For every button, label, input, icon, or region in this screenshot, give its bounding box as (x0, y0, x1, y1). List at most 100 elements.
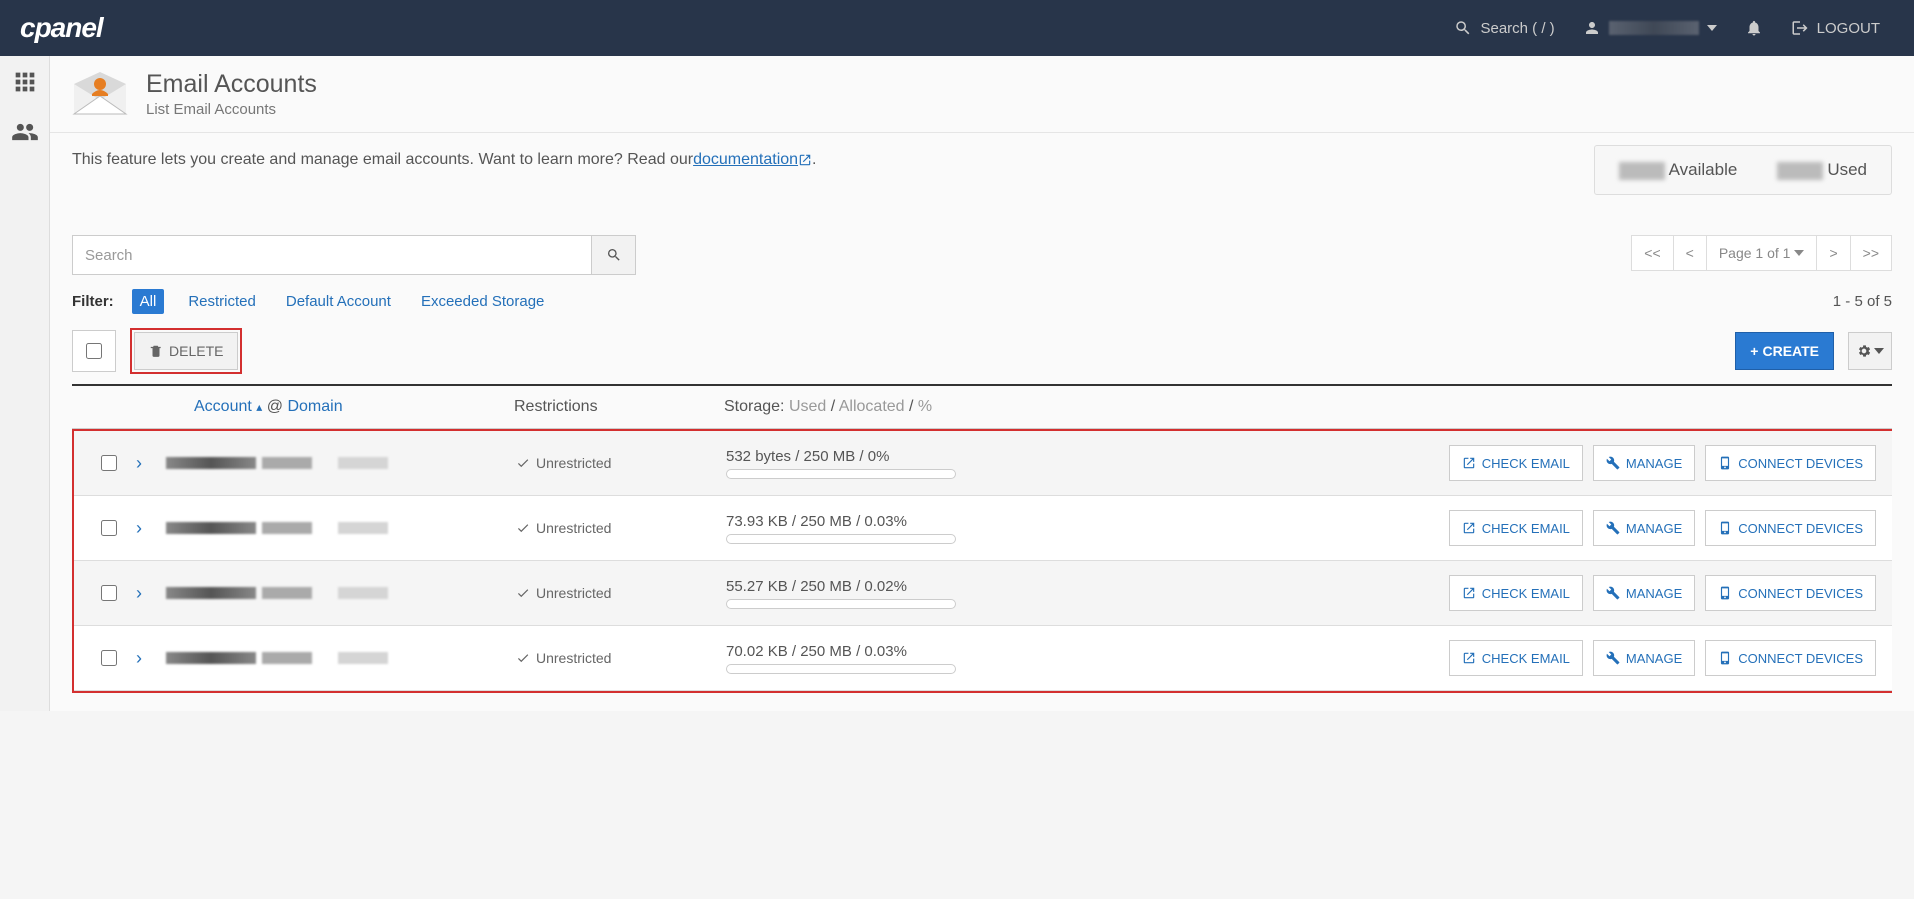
sort-asc-icon: ▴ (256, 400, 262, 414)
pagination: << < Page 1 of 1 > >> (1631, 235, 1892, 275)
manage-button[interactable]: MANAGE (1593, 575, 1695, 611)
external-link-icon (798, 153, 812, 167)
col-account[interactable]: Account ▴ (194, 398, 262, 415)
storage-cell: 73.93 KB / 250 MB / 0.03% (726, 513, 1374, 544)
account-cell (166, 457, 516, 469)
logout-button[interactable]: LOGOUT (1777, 19, 1894, 37)
main: Email Accounts List Email Accounts This … (50, 56, 1914, 711)
select-all-checkbox[interactable] (86, 343, 102, 359)
page-next[interactable]: > (1816, 235, 1850, 271)
storage-cell: 55.27 KB / 250 MB / 0.02% (726, 578, 1374, 609)
stats-box: Available Used (1594, 145, 1892, 195)
delete-highlight: DELETE (130, 328, 242, 374)
table-row: › Unrestricted 55.27 KB / 250 MB / 0.02%… (74, 561, 1892, 626)
table-row: › Unrestricted 532 bytes / 250 MB / 0% C… (74, 431, 1892, 496)
restriction-cell: Unrestricted (516, 520, 726, 536)
connect-devices-button[interactable]: CONNECT DEVICES (1705, 445, 1876, 481)
account-name-redacted (166, 587, 256, 599)
page-current[interactable]: Page 1 of 1 (1706, 235, 1818, 271)
sidebar (0, 56, 50, 711)
sidebar-users[interactable] (9, 116, 41, 148)
select-all-wrap[interactable] (72, 330, 116, 372)
check-email-button[interactable]: CHECK EMAIL (1449, 640, 1583, 676)
check-icon (516, 456, 530, 470)
gear-icon (1856, 343, 1872, 359)
global-search[interactable]: Search ( / ) (1440, 19, 1568, 37)
sidebar-apps[interactable] (9, 66, 41, 98)
row-checkbox[interactable] (101, 650, 117, 666)
manage-button[interactable]: MANAGE (1593, 510, 1695, 546)
account-name-redacted (166, 522, 256, 534)
external-link-icon (1462, 521, 1476, 535)
storage-bar (726, 599, 956, 609)
connect-devices-button[interactable]: CONNECT DEVICES (1705, 575, 1876, 611)
row-checkbox[interactable] (101, 520, 117, 536)
create-button[interactable]: + CREATE (1735, 332, 1834, 370)
expand-row[interactable]: › (136, 453, 166, 474)
result-count: 1 - 5 of 5 (1833, 293, 1892, 310)
connect-devices-button[interactable]: CONNECT DEVICES (1705, 510, 1876, 546)
col-storage: Storage: Used / Allocated / % (724, 398, 1374, 416)
expand-row[interactable]: › (136, 648, 166, 669)
restriction-cell: Unrestricted (516, 585, 726, 601)
storage-cell: 532 bytes / 250 MB / 0% (726, 448, 1374, 479)
email-accounts-icon (72, 70, 128, 118)
settings-button[interactable] (1848, 332, 1892, 370)
page-first[interactable]: << (1631, 235, 1673, 271)
search-button[interactable] (592, 235, 636, 275)
used-label: Used (1827, 160, 1867, 179)
intro-text: This feature lets you create and manage … (72, 151, 817, 169)
col-domain[interactable]: Domain (287, 398, 342, 415)
page-prev[interactable]: < (1673, 235, 1707, 271)
filter-exceeded[interactable]: Exceeded Storage (415, 289, 550, 314)
table-row: › Unrestricted 73.93 KB / 250 MB / 0.03%… (74, 496, 1892, 561)
bell-icon (1745, 19, 1763, 37)
plus-icon: + (1750, 343, 1758, 359)
storage-bar (726, 664, 956, 674)
used-count-redacted (1777, 162, 1823, 180)
check-email-button[interactable]: CHECK EMAIL (1449, 445, 1583, 481)
phone-icon (1718, 586, 1732, 600)
search-input[interactable] (72, 235, 592, 275)
account-name-redacted (262, 587, 312, 599)
logo[interactable]: cPanel (20, 12, 103, 44)
notifications[interactable] (1731, 19, 1777, 37)
manage-button[interactable]: MANAGE (1593, 640, 1695, 676)
check-email-button[interactable]: CHECK EMAIL (1449, 575, 1583, 611)
row-checkbox[interactable] (101, 455, 117, 471)
page-title: Email Accounts (146, 70, 317, 99)
account-domain-redacted (338, 587, 388, 599)
col-restrictions: Restrictions (514, 398, 724, 416)
topbar: cPanel Search ( / ) LOGOUT (0, 0, 1914, 56)
expand-row[interactable]: › (136, 583, 166, 604)
page-header: Email Accounts List Email Accounts (50, 56, 1914, 133)
manage-button[interactable]: MANAGE (1593, 445, 1695, 481)
row-checkbox[interactable] (101, 585, 117, 601)
check-email-button[interactable]: CHECK EMAIL (1449, 510, 1583, 546)
people-icon (11, 118, 39, 146)
phone-icon (1718, 521, 1732, 535)
filter-all[interactable]: All (132, 289, 165, 314)
external-link-icon (1462, 651, 1476, 665)
user-menu[interactable] (1569, 19, 1731, 37)
user-name-redacted (1609, 21, 1699, 35)
page-last[interactable]: >> (1850, 235, 1892, 271)
check-icon (516, 651, 530, 665)
restriction-cell: Unrestricted (516, 455, 726, 471)
table-header: Account ▴ @ Domain Restrictions Storage:… (72, 386, 1892, 429)
delete-button[interactable]: DELETE (134, 332, 238, 370)
expand-row[interactable]: › (136, 518, 166, 539)
wrench-icon (1606, 651, 1620, 665)
account-name-redacted (166, 652, 256, 664)
filter-default[interactable]: Default Account (280, 289, 397, 314)
wrench-icon (1606, 521, 1620, 535)
connect-devices-button[interactable]: CONNECT DEVICES (1705, 640, 1876, 676)
filter-restricted[interactable]: Restricted (182, 289, 262, 314)
phone-icon (1718, 651, 1732, 665)
chevron-down-icon (1794, 250, 1804, 256)
documentation-link[interactable]: documentation (693, 151, 798, 169)
wrench-icon (1606, 456, 1620, 470)
table-row: › Unrestricted 70.02 KB / 250 MB / 0.03%… (74, 626, 1892, 691)
account-name-redacted (166, 457, 256, 469)
available-label: Available (1669, 160, 1738, 179)
